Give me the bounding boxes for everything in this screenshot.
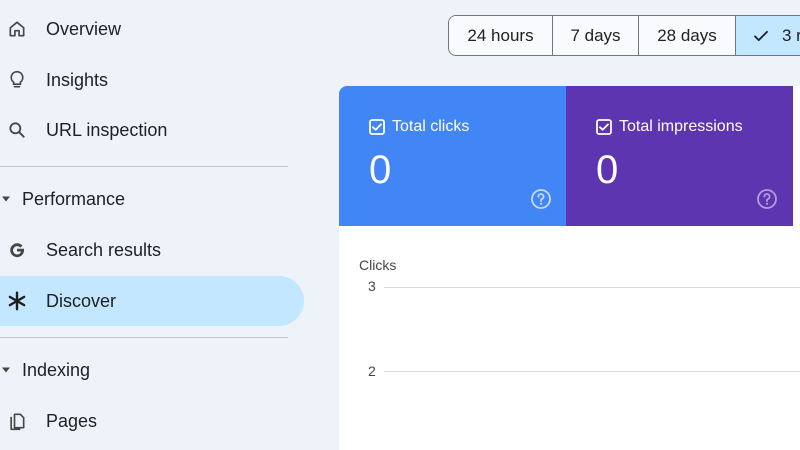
sidebar-item-url-inspection[interactable]: URL inspection	[0, 105, 300, 155]
performance-panel: Total clicks 0 Total impressions 0 Click…	[339, 86, 800, 450]
sidebar-item-label: Discover	[46, 290, 117, 311]
range-option-24-hours[interactable]: 24 hours	[449, 16, 553, 55]
sidebar-divider	[0, 166, 288, 167]
performance-chart: Clicks 3 2	[339, 226, 800, 450]
sidebar-item-insights[interactable]: Insights	[0, 55, 300, 105]
sidebar-item-search-results[interactable]: Search results	[0, 225, 300, 275]
range-option-7-days[interactable]: 7 days	[553, 16, 639, 55]
sidebar-item-label: Overview	[46, 18, 122, 39]
sidebar-section-performance[interactable]: Performance	[0, 179, 300, 219]
sidebar-item-overview[interactable]: Overview	[0, 4, 300, 54]
metric-label: Total impressions	[619, 118, 743, 135]
check-icon	[752, 27, 770, 45]
discover-asterisk-icon	[6, 290, 28, 312]
caret-down-icon	[2, 367, 10, 373]
google-g-icon	[6, 239, 28, 261]
sidebar-item-label: URL inspection	[46, 119, 168, 140]
metric-toggle[interactable]: Total clicks	[369, 118, 469, 136]
sidebar-item-pages[interactable]: Pages	[0, 396, 300, 446]
help-icon[interactable]	[530, 188, 552, 210]
sidebar-divider	[0, 337, 288, 338]
sidebar-section-label: Performance	[22, 188, 126, 209]
checkbox-checked-icon[interactable]	[369, 119, 385, 135]
caret-down-icon	[2, 196, 10, 202]
metric-value: 0	[596, 148, 619, 192]
chart-gridline	[384, 287, 800, 288]
pages-icon	[6, 410, 28, 432]
metric-card-total-clicks[interactable]: Total clicks 0	[339, 86, 566, 226]
range-option-label: 7 days	[570, 25, 621, 45]
lightbulb-icon	[6, 69, 28, 91]
chart-y-axis-label: Clicks	[359, 257, 397, 273]
sidebar-section-label: Indexing	[22, 359, 91, 380]
y-tick-label: 3	[368, 278, 376, 294]
metric-label: Total clicks	[392, 118, 470, 135]
range-option-label: 28 days	[657, 25, 717, 45]
y-tick-label: 2	[368, 363, 376, 379]
sidebar-item-label: Pages	[46, 410, 98, 431]
date-range-selector: 24 hours 7 days 28 days 3 r	[448, 15, 800, 56]
home-icon	[6, 18, 28, 40]
sidebar-section-indexing[interactable]: Indexing	[0, 350, 300, 390]
search-icon	[6, 119, 28, 141]
help-icon[interactable]	[756, 188, 778, 210]
range-option-selected[interactable]: 3 r	[736, 16, 800, 55]
sidebar-item-discover[interactable]: Discover	[0, 276, 304, 326]
checkbox-checked-icon[interactable]	[596, 119, 612, 135]
metric-card-total-impressions[interactable]: Total impressions 0	[566, 86, 793, 226]
metric-toggle[interactable]: Total impressions	[596, 118, 743, 136]
sidebar-item-label: Search results	[46, 239, 162, 260]
range-option-label: 24 hours	[467, 25, 534, 45]
sidebar-item-label: Insights	[46, 69, 109, 90]
range-option-label: 3 r	[782, 25, 800, 45]
range-option-28-days[interactable]: 28 days	[639, 16, 736, 55]
chart-gridline	[384, 371, 800, 372]
sidebar: Overview Insights URL inspection Perform…	[0, 0, 320, 450]
metric-value: 0	[369, 148, 392, 192]
